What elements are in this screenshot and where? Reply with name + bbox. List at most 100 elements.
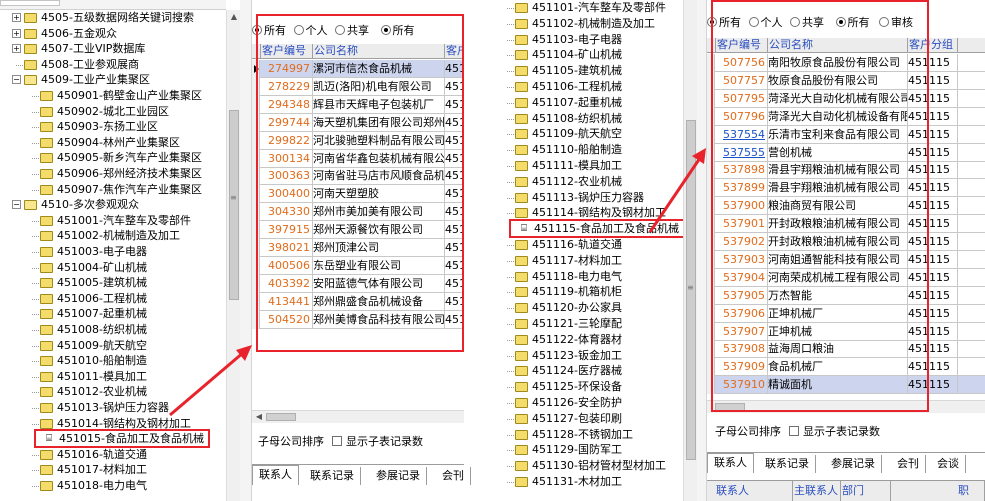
expand-icon[interactable]: + xyxy=(12,28,21,38)
right-header-id[interactable]: 客户编号 xyxy=(716,38,768,53)
cell-company-name[interactable]: 营创机械 xyxy=(768,143,908,162)
tree-node[interactable]: 451018-电力电气 xyxy=(0,478,226,494)
cell-customer-group[interactable]: 451115 xyxy=(908,54,958,72)
right-splitter[interactable] xyxy=(697,0,707,501)
cell-company-name[interactable]: 食品机械厂 xyxy=(768,358,908,377)
collapse-icon[interactable]: − xyxy=(12,75,21,85)
cell-customer-group[interactable]: 451 xyxy=(445,77,464,96)
tree-node[interactable]: 451007-起重机械 xyxy=(0,306,226,322)
cell-customer-id[interactable]: 300363 xyxy=(261,167,313,186)
cell-company-name[interactable]: 牧原食品股份有限公司 xyxy=(768,71,908,90)
cell-customer-group[interactable]: 451 xyxy=(445,292,464,311)
cell-customer-id[interactable]: 397915 xyxy=(261,221,313,240)
cell-company-name[interactable]: 河南姐通智能科技有限公司 xyxy=(768,250,908,269)
row-indicator[interactable] xyxy=(252,113,260,132)
left-category-tree[interactable]: +4505-五级数据网络关键词搜索 +4506-五金观众 +4507-工业VIP数据… xyxy=(0,10,226,501)
tree-node[interactable]: 451123-钣金加工 xyxy=(493,348,683,364)
table-row[interactable]: 300363 河南省驻马店市风顺食品机 451 xyxy=(252,167,464,186)
row-indicator[interactable] xyxy=(707,179,715,198)
cell-customer-group[interactable]: 451 xyxy=(445,113,464,132)
cell-customer-id[interactable]: 537903 xyxy=(716,250,768,269)
row-indicator[interactable] xyxy=(252,274,260,293)
cell-customer-group[interactable]: 451115 xyxy=(908,71,958,90)
table-row[interactable]: 299744 海天塑机集团有限公司郑州 451 xyxy=(252,113,464,132)
cell-customer-id[interactable]: 537900 xyxy=(716,197,768,216)
left-header-id[interactable]: 客户编号 xyxy=(261,44,313,59)
cell-customer-group[interactable]: 451115 xyxy=(908,215,958,234)
tree-node[interactable]: 451012-农业机械 xyxy=(0,384,226,400)
tree-node[interactable]: 451109-航天航空 xyxy=(493,126,683,142)
tree-node[interactable]: 451128-不锈钢加工 xyxy=(493,427,683,443)
cell-company-name[interactable]: 南阳牧原食品股份有限公司 xyxy=(768,54,908,72)
tree-node[interactable]: 451121-三轮摩配 xyxy=(493,316,683,332)
row-indicator[interactable] xyxy=(707,233,715,251)
cell-customer-id[interactable]: 537899 xyxy=(716,179,768,198)
tree-node[interactable]: 451122-体育器材 xyxy=(493,332,683,348)
row-indicator[interactable] xyxy=(252,221,260,240)
cell-customer-group[interactable]: 451115 xyxy=(908,179,958,198)
tree-node[interactable]: 451101-汽车整车及零部件 xyxy=(493,0,683,16)
table-row[interactable]: 537554 乐清市宝利来食品有限公司 451115 xyxy=(707,125,985,144)
radio-all-2[interactable] xyxy=(835,17,846,27)
tree-node[interactable]: 450901-鹤壁金山产业集聚区 xyxy=(0,88,226,104)
tab-3[interactable]: 会刊 xyxy=(891,455,926,473)
tree-node[interactable]: 451003-电子电器 xyxy=(0,244,226,260)
cell-company-name[interactable]: 郑州鼎盛食品机械设备 xyxy=(313,292,445,311)
cell-customer-group[interactable]: 451115 xyxy=(908,161,958,180)
tree-node[interactable]: 450903-东扬工业区 xyxy=(0,119,226,135)
cell-customer-group[interactable]: 451115 xyxy=(908,125,958,144)
tree-node[interactable]: 4508-工业参观展商 xyxy=(0,57,226,73)
expand-icon[interactable]: + xyxy=(12,44,21,54)
radio-all[interactable] xyxy=(707,17,717,27)
cell-customer-group[interactable]: 451 xyxy=(445,203,464,222)
row-indicator[interactable] xyxy=(252,95,260,114)
cell-customer-id[interactable]: 537905 xyxy=(716,286,768,305)
cell-customer-group[interactable]: 451115 xyxy=(908,107,958,126)
cell-customer-id[interactable]: 507795 xyxy=(716,89,768,108)
tree-node[interactable]: +4507-工业VIP数据库 xyxy=(0,41,226,57)
row-indicator[interactable] xyxy=(707,340,715,359)
cell-customer-group[interactable]: 451115 xyxy=(908,304,958,323)
cell-customer-id[interactable]: 537554 xyxy=(716,125,768,144)
tree-node[interactable]: 451119-机箱机柜 xyxy=(493,284,683,300)
cell-customer-id[interactable]: 300400 xyxy=(261,185,313,204)
tree-node[interactable]: +4506-五金观众 xyxy=(0,26,226,42)
show-child-count-checkbox[interactable] xyxy=(332,436,342,446)
row-indicator[interactable] xyxy=(252,310,260,329)
cell-customer-id[interactable]: 299744 xyxy=(261,113,313,132)
cell-company-name[interactable]: 海天塑机集团有限公司郑州 xyxy=(313,113,445,132)
row-indicator[interactable] xyxy=(252,292,260,311)
tree-node[interactable]: 451004-矿山机械 xyxy=(0,260,226,276)
tree-node[interactable]: 451110-船舶制造 xyxy=(493,142,683,158)
tree-node[interactable]: 451016-轨道交通 xyxy=(0,447,226,463)
cell-customer-group[interactable]: 451 xyxy=(445,131,464,150)
tab-0[interactable]: 联系人 xyxy=(707,453,754,473)
tree-node[interactable]: 451017-材料加工 xyxy=(0,462,226,478)
row-indicator[interactable] xyxy=(252,131,260,150)
tree-node[interactable]: 451127-包装印刷 xyxy=(493,411,683,427)
left-tree-scroll-thumb[interactable] xyxy=(229,110,239,300)
table-row[interactable]: 537900 粮油商贸有限公司 451115 xyxy=(707,197,985,216)
table-row[interactable]: 400506 东岳塑业有限公司 451 xyxy=(252,256,464,275)
tab-2[interactable]: 参展记录 xyxy=(370,467,427,485)
row-indicator[interactable] xyxy=(707,358,715,377)
tree-node[interactable]: 450907-焦作汽车产业集聚区 xyxy=(0,182,226,198)
row-indicator[interactable] xyxy=(707,304,715,323)
cell-company-name[interactable]: 菏泽光大自动化机械设备有限 xyxy=(768,107,908,126)
cell-company-name[interactable]: 滑县宇翔粮油机械有限公司 xyxy=(768,161,908,180)
tree-node[interactable]: 451113-锅炉压力容器 xyxy=(493,190,683,206)
cell-customer-group[interactable]: 451115 xyxy=(908,250,958,269)
cell-customer-id[interactable]: 300134 xyxy=(261,149,313,168)
tree-node[interactable]: 451005-建筑机械 xyxy=(0,275,226,291)
cell-company-name[interactable]: 辉县市天辉电子包装机厂 xyxy=(313,95,445,114)
row-indicator[interactable] xyxy=(707,268,715,287)
tree-node[interactable]: 451126-安全防护 xyxy=(493,395,683,411)
cell-company-name[interactable]: 河南省驻马店市风顺食品机 xyxy=(313,167,445,186)
tree-node[interactable]: 451010-船舶制造 xyxy=(0,353,226,369)
row-indicator[interactable] xyxy=(707,107,715,126)
table-row[interactable]: 413441 郑州鼎盛食品机械设备 451 xyxy=(252,292,464,311)
table-row[interactable]: 537902 开封政粮粮油机械有限公司 451115 xyxy=(707,233,985,251)
cell-customer-group[interactable]: 451115 xyxy=(908,89,958,108)
row-indicator[interactable] xyxy=(707,54,715,72)
table-row[interactable]: 537907 正坤机械 451115 xyxy=(707,322,985,341)
